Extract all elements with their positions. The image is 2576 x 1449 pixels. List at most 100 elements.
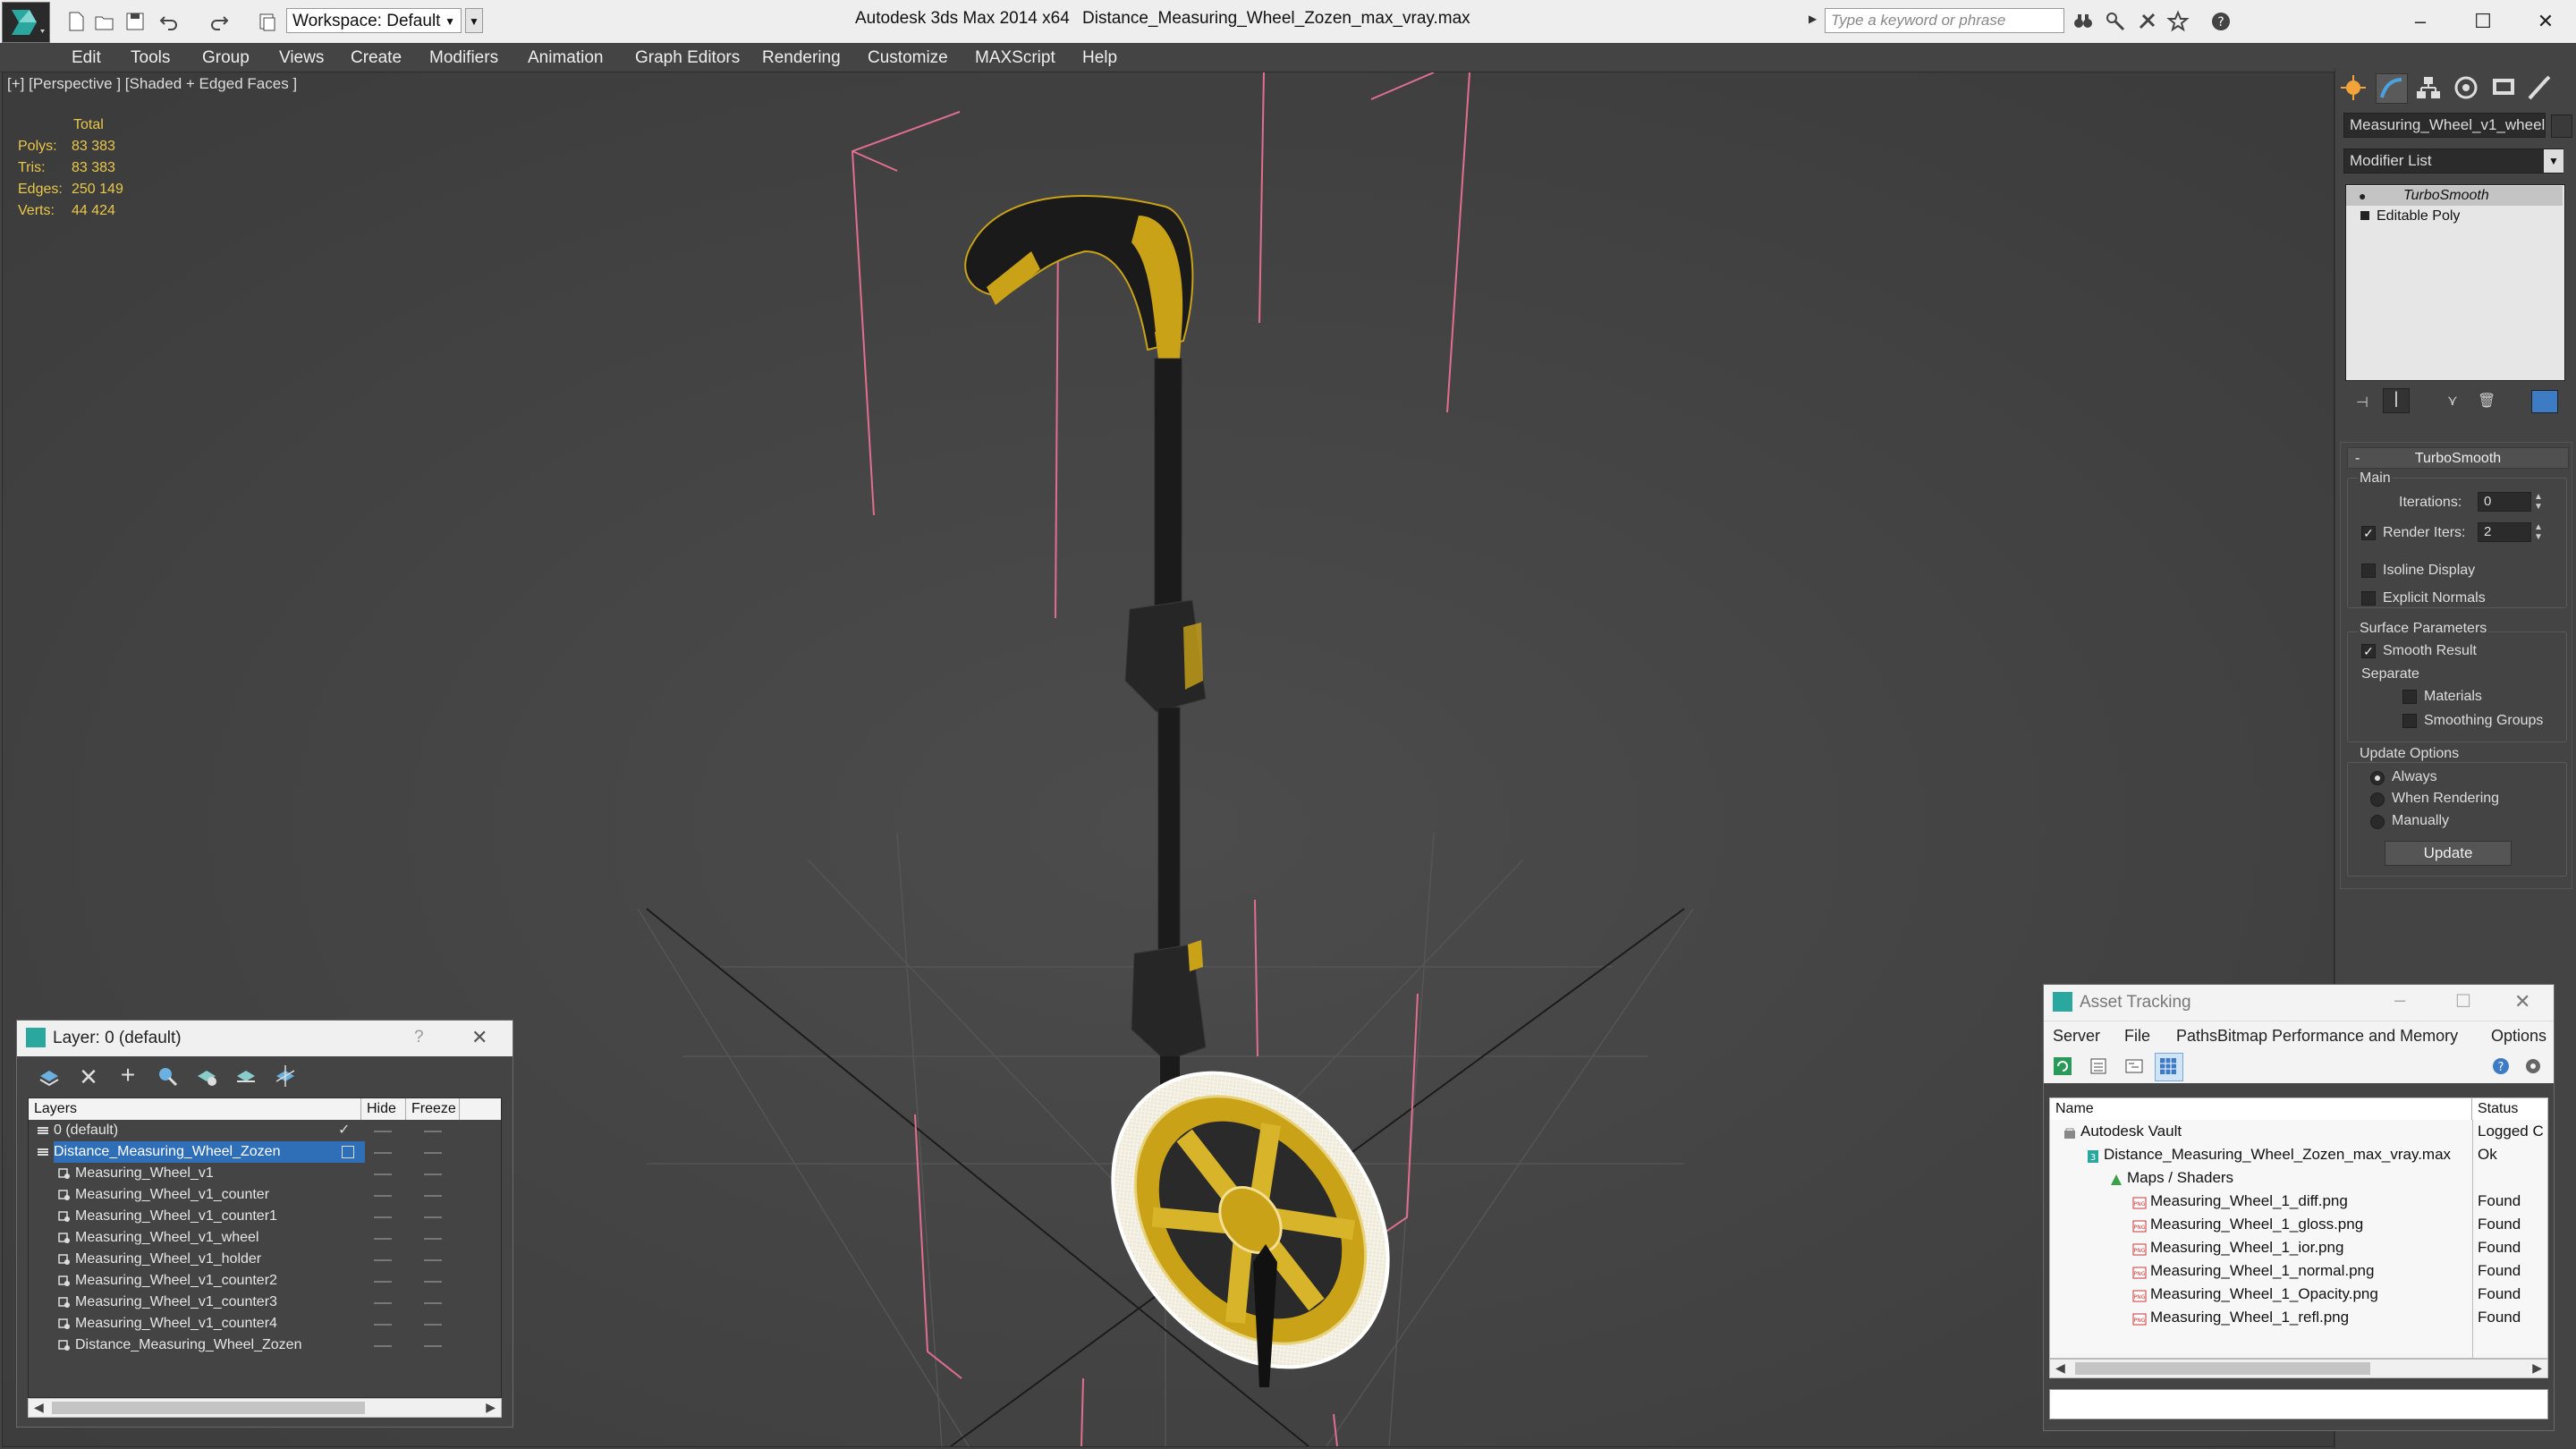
freeze-unfreeze-all-icon[interactable]	[273, 1063, 298, 1089]
menu-modifiers[interactable]: Modifiers	[429, 48, 498, 68]
freeze-toggle[interactable]	[424, 1216, 442, 1218]
create-layer-icon[interactable]	[37, 1063, 62, 1089]
menu-file[interactable]: File	[2124, 1027, 2150, 1046]
column-header-hide[interactable]: Hide	[361, 1098, 406, 1120]
column-header-status[interactable]: Status	[2472, 1098, 2547, 1120]
stack-item-turbosmooth[interactable]: ● TurboSmooth	[2346, 186, 2563, 206]
select-objects-icon[interactable]	[155, 1063, 180, 1089]
render-iters-field[interactable]: 2	[2478, 522, 2531, 542]
close-icon[interactable]: ✕	[2514, 990, 2530, 1013]
favorites-star-icon[interactable]	[2166, 10, 2190, 33]
asset-row[interactable]: Maps / Shaders	[2050, 1166, 2547, 1190]
scrollbar-thumb[interactable]	[2075, 1362, 2370, 1375]
layer-row[interactable]: Measuring_Wheel_v1_wheel	[29, 1227, 501, 1249]
freeze-toggle[interactable]	[424, 1259, 442, 1261]
freeze-toggle[interactable]	[424, 1131, 442, 1132]
menu-maxscript[interactable]: MAXScript	[975, 48, 1055, 68]
layer-row[interactable]: Measuring_Wheel_v1_holder	[29, 1249, 501, 1270]
configure-modifier-sets-icon[interactable]	[2531, 390, 2558, 413]
maximize-button[interactable]: ☐	[2455, 990, 2471, 1013]
list-view-icon[interactable]	[2087, 1055, 2112, 1080]
layer-row[interactable]: Measuring_Wheel_v1_counter3	[29, 1292, 501, 1313]
tree-view-icon[interactable]	[2123, 1055, 2148, 1080]
menu-help[interactable]: Help	[1082, 48, 1117, 68]
workspace-menu-button[interactable]: ▼	[465, 8, 483, 33]
freeze-toggle[interactable]	[424, 1345, 442, 1347]
freeze-toggle[interactable]	[424, 1281, 442, 1283]
hide-toggle[interactable]	[374, 1131, 392, 1132]
object-name-field[interactable]: Measuring_Wheel_v1_wheel	[2343, 113, 2546, 138]
current-layer-check-icon[interactable]: ✓	[338, 1120, 350, 1141]
menu-group[interactable]: Group	[202, 48, 250, 68]
freeze-toggle[interactable]	[424, 1324, 442, 1326]
redo-icon[interactable]	[208, 10, 231, 33]
hide-unhide-all-icon[interactable]	[233, 1063, 258, 1089]
menu-customize[interactable]: Customize	[868, 48, 948, 68]
column-header-freeze[interactable]: Freeze	[406, 1098, 460, 1120]
when-rendering-radio[interactable]	[2370, 792, 2385, 807]
layer-row[interactable]: Measuring_Wheel_v1_counter	[29, 1184, 501, 1206]
isoline-display-checkbox[interactable]	[2361, 564, 2376, 578]
expand-arrow-icon[interactable]: ▶	[1809, 13, 1819, 29]
layer-row[interactable]: Measuring_Wheel_v1	[29, 1163, 501, 1184]
update-button[interactable]: Update	[2385, 841, 2512, 866]
hide-toggle[interactable]	[374, 1324, 392, 1326]
viewport-label[interactable]: [+] [Perspective ] [Shaded + Edged Faces…	[7, 75, 297, 93]
scroll-right-icon[interactable]: ▶	[486, 1400, 496, 1415]
menu-paths[interactable]: Paths	[2176, 1027, 2217, 1046]
always-radio[interactable]	[2370, 771, 2385, 785]
asset-row[interactable]: PNG Measuring_Wheel_1_normal.png Found	[2050, 1259, 2547, 1283]
open-file-icon[interactable]	[93, 10, 116, 33]
help-icon[interactable]: ?	[2209, 10, 2233, 33]
close-window-button[interactable]: ✕	[2519, 4, 2572, 39]
freeze-toggle[interactable]	[424, 1302, 442, 1304]
rollout-title-turbosmooth[interactable]: - TurboSmooth	[2347, 447, 2569, 469]
asset-row[interactable]: PNG Measuring_Wheel_1_diff.png Found	[2050, 1190, 2547, 1213]
asset-row[interactable]: PNG Measuring_Wheel_1_ior.png Found	[2050, 1236, 2547, 1259]
asset-window-titlebar[interactable]: Asset Tracking – ☐ ✕	[2044, 985, 2554, 1021]
motion-tab-icon[interactable]	[2451, 73, 2481, 102]
object-color-swatch[interactable]	[2551, 114, 2572, 138]
create-tab-icon[interactable]	[2338, 73, 2368, 102]
freeze-toggle[interactable]	[424, 1174, 442, 1175]
menu-tools[interactable]: Tools	[131, 48, 170, 68]
menu-graph-editors[interactable]: Graph Editors	[635, 48, 740, 68]
asset-row[interactable]: 3 Distance_Measuring_Wheel_Zozen_max_vray…	[2050, 1143, 2547, 1166]
layer-window-titlebar[interactable]: Layer: 0 (default) ? ✕	[17, 1021, 513, 1056]
smoothing-groups-checkbox[interactable]	[2402, 714, 2417, 728]
save-file-icon[interactable]	[123, 10, 147, 33]
hide-toggle[interactable]	[374, 1152, 392, 1154]
scroll-right-icon[interactable]: ▶	[2532, 1360, 2542, 1376]
freeze-toggle[interactable]	[424, 1152, 442, 1154]
menu-animation[interactable]: Animation	[528, 48, 604, 68]
render-iters-spinner[interactable]: ▲ ▼	[2533, 522, 2544, 542]
column-header-name[interactable]: Name	[2050, 1098, 2472, 1120]
communication-center-icon[interactable]	[2136, 10, 2159, 33]
display-tab-icon[interactable]	[2488, 73, 2519, 102]
remove-modifier-icon[interactable]: 🗑	[2478, 392, 2496, 410]
expand-box-icon[interactable]	[2360, 211, 2369, 220]
set-current-layer-box[interactable]	[342, 1146, 354, 1158]
refresh-icon[interactable]	[2051, 1055, 2076, 1080]
modify-tab-icon[interactable]	[2376, 73, 2408, 104]
column-header-layers[interactable]: Layers	[29, 1098, 361, 1120]
asset-row[interactable]: PNG Measuring_Wheel_1_refl.png Found	[2050, 1306, 2547, 1329]
menu-server[interactable]: Server	[2053, 1027, 2100, 1046]
hide-toggle[interactable]	[374, 1345, 392, 1347]
freeze-toggle[interactable]	[424, 1195, 442, 1197]
binoculars-icon[interactable]	[2072, 10, 2095, 33]
hide-toggle[interactable]	[374, 1302, 392, 1304]
app-logo-button[interactable]	[2, 2, 50, 43]
help-icon[interactable]: ?	[2489, 1055, 2514, 1080]
maximize-button[interactable]: ☐	[2456, 4, 2510, 39]
menu-views[interactable]: Views	[279, 48, 324, 68]
hide-toggle[interactable]	[374, 1174, 392, 1175]
layer-horizontal-scrollbar[interactable]: ◀ ▶	[28, 1398, 502, 1418]
modifier-list-dropdown[interactable]: Modifier List	[2343, 148, 2563, 174]
explicit-normals-checkbox[interactable]	[2361, 591, 2376, 606]
workspace-dropdown[interactable]: Workspace: Default ▼	[286, 8, 462, 33]
layer-row[interactable]: 0 (default) ✓	[29, 1120, 501, 1141]
freeze-toggle[interactable]	[424, 1238, 442, 1240]
scroll-left-icon[interactable]: ◀	[2055, 1360, 2065, 1376]
minimize-button[interactable]: –	[2394, 4, 2447, 39]
